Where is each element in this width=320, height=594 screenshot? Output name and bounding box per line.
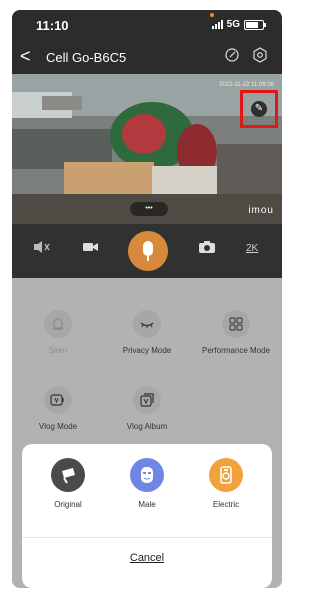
status-time: 11:10 [36, 18, 69, 33]
electric-voice-icon [209, 458, 243, 492]
feature-label: Performance Mode [201, 346, 271, 355]
voice-label: Male [138, 500, 156, 509]
feature-label: Vlog Mode [38, 422, 78, 431]
video-progress-indicator[interactable]: ••• [130, 202, 168, 216]
settings-icon[interactable] [252, 47, 268, 68]
feature-privacy-mode[interactable]: Privacy Mode [107, 310, 187, 355]
signal-icon [211, 20, 223, 29]
voice-option-male[interactable]: Male [117, 458, 177, 509]
record-video-icon[interactable] [82, 240, 100, 257]
male-voice-icon [130, 458, 164, 492]
live-video-view[interactable]: 2022-11-22 11:09:36 ••• imou ✎ [12, 74, 282, 224]
talk-button[interactable] [128, 231, 168, 271]
page-title: Cell Go-B6C5 [46, 50, 127, 65]
cancel-button[interactable]: Cancel [22, 552, 272, 564]
status-indicators: 5G [211, 19, 266, 30]
recording-indicator [210, 13, 214, 17]
status-bar: 11:10 5G [12, 10, 282, 40]
battery-icon [244, 19, 266, 30]
feature-performance-mode[interactable]: Performance Mode [196, 310, 276, 355]
feature-vlog-album[interactable]: Vlog Album [107, 386, 187, 431]
voice-option-original[interactable]: Original [38, 458, 98, 509]
microphone-icon [143, 241, 153, 256]
app-screen: 11:10 5G < Cell Go-B6C5 2022-11-22 11:09… [12, 10, 282, 588]
feature-label: Vlog Album [126, 422, 168, 431]
voice-label: Electric [212, 500, 240, 509]
eye-closed-icon [133, 310, 161, 338]
sheet-divider [22, 537, 272, 538]
voice-change-icon: ✎ [251, 101, 267, 117]
network-type: 5G [226, 19, 240, 30]
feature-label: Siren [48, 346, 68, 355]
voice-change-sheet: Original Male Electric Cancel [22, 444, 272, 588]
nav-bar: < Cell Go-B6C5 [12, 40, 282, 74]
grid-icon [222, 310, 250, 338]
back-button[interactable]: < [20, 46, 31, 67]
feature-vlog-mode[interactable]: Vlog Mode [18, 386, 98, 431]
original-voice-icon [51, 458, 85, 492]
siren-icon [44, 310, 72, 338]
control-bar: 2K [12, 224, 282, 278]
snapshot-icon[interactable] [198, 240, 216, 257]
mute-icon[interactable] [32, 240, 52, 257]
feature-label: Privacy Mode [122, 346, 172, 355]
feature-siren[interactable]: Siren [18, 310, 98, 355]
vlog-icon [44, 386, 72, 414]
album-icon [133, 386, 161, 414]
video-timestamp: 2022-11-22 11:09:36 [219, 82, 274, 88]
brand-logo: imou [248, 205, 274, 216]
voice-option-electric[interactable]: Electric [196, 458, 256, 509]
voice-change-button[interactable]: ✎ [240, 90, 278, 128]
edit-icon[interactable] [224, 47, 240, 68]
resolution-button[interactable]: 2K [246, 243, 258, 254]
voice-label: Original [54, 500, 82, 509]
